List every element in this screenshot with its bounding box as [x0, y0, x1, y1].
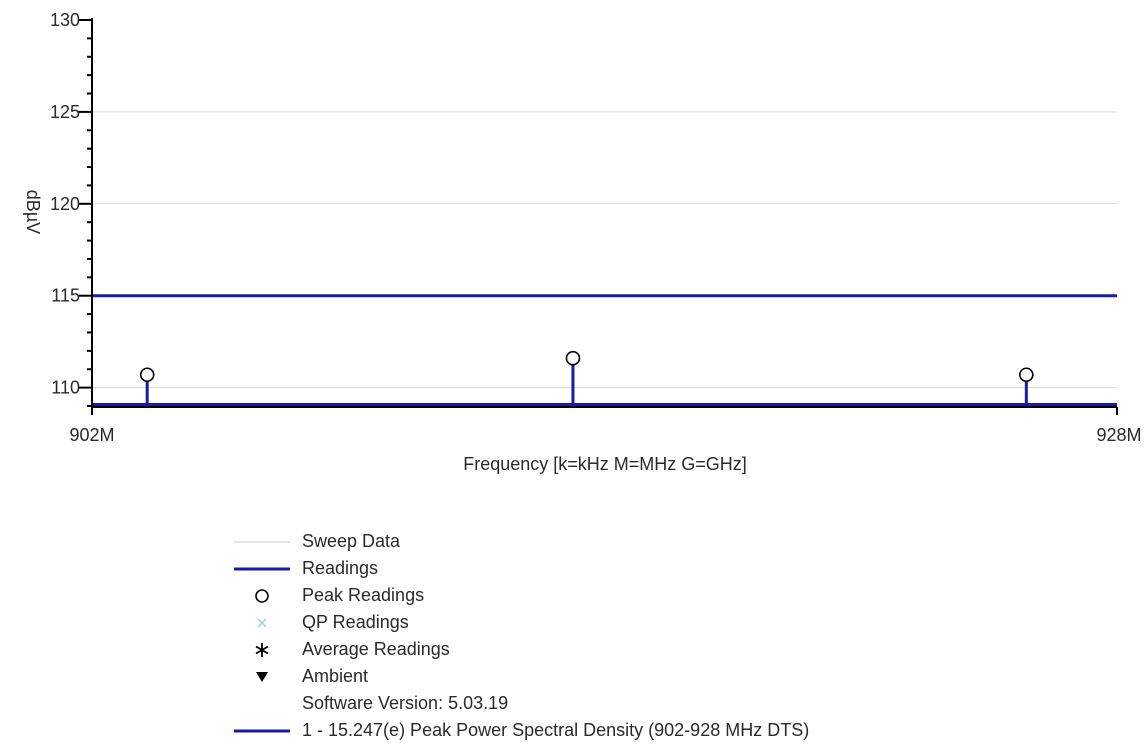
legend-item-peak: Peak Readings — [232, 582, 992, 609]
readings-line-icon — [232, 555, 292, 582]
software-version: Software Version: 5.03.19 — [302, 693, 509, 713]
axes — [91, 18, 1118, 415]
limit-line-icon — [232, 717, 292, 744]
circle-icon — [232, 582, 292, 609]
peak-marker — [1019, 367, 1034, 383]
legend-label-qp: QP Readings — [302, 612, 409, 632]
legend-label-readings: Readings — [302, 558, 379, 578]
x-tick-label: 928M — [1096, 425, 1141, 445]
sweep-line-icon — [232, 528, 292, 555]
y-tick-label: 120 — [50, 194, 80, 214]
stem-layer — [92, 350, 1117, 407]
y-tick-label: 115 — [51, 286, 80, 306]
legend-item-sweep: Sweep Data — [232, 528, 992, 555]
y-tick-label: 125 — [50, 102, 80, 122]
legend: Sweep Data Readings Peak Readings QP Rea… — [232, 528, 992, 744]
legend-label-ambient: Ambient — [302, 666, 369, 686]
legend-item-ambient: Ambient — [232, 663, 992, 690]
legend-item-version: Software Version: 5.03.19 — [232, 690, 992, 717]
legend-label-peak: Peak Readings — [302, 585, 425, 605]
chart: 110 115 120 125 130 902M 928M Frequency [k=kHz… — [23, 10, 1142, 474]
legend-item-qp: QP Readings — [232, 609, 992, 636]
peak-marker — [565, 350, 581, 366]
grid — [92, 111, 1117, 389]
legend-empty-symbol — [232, 690, 292, 717]
tick-labels: 110 115 120 125 130 902M 928M — [50, 10, 1142, 445]
x-axis-title: Frequency [k=kHz M=MHz G=GHz] — [463, 454, 747, 474]
legend-item-average: Average Readings — [232, 636, 992, 663]
triangle-down-icon — [232, 663, 292, 690]
x-tick-label: 902M — [69, 425, 114, 445]
peak-marker — [139, 367, 155, 383]
ticks — [78, 19, 92, 407]
legend-item-readings: Readings — [232, 555, 992, 582]
legend-label-average: Average Readings — [302, 639, 450, 659]
legend-label-limit: 1 - 15.247(e) Peak Power Spectral Densit… — [302, 720, 810, 740]
legend-item-limit: 1 - 15.247(e) Peak Power Spectral Densit… — [232, 717, 992, 744]
y-tick-label: 110 — [51, 378, 80, 398]
legend-label-sweep: Sweep Data — [302, 531, 401, 551]
asterisk-icon — [232, 636, 292, 663]
x-mark-icon — [232, 609, 292, 636]
y-axis-title: dBµV — [23, 190, 43, 234]
y-tick-label: 130 — [50, 10, 80, 30]
